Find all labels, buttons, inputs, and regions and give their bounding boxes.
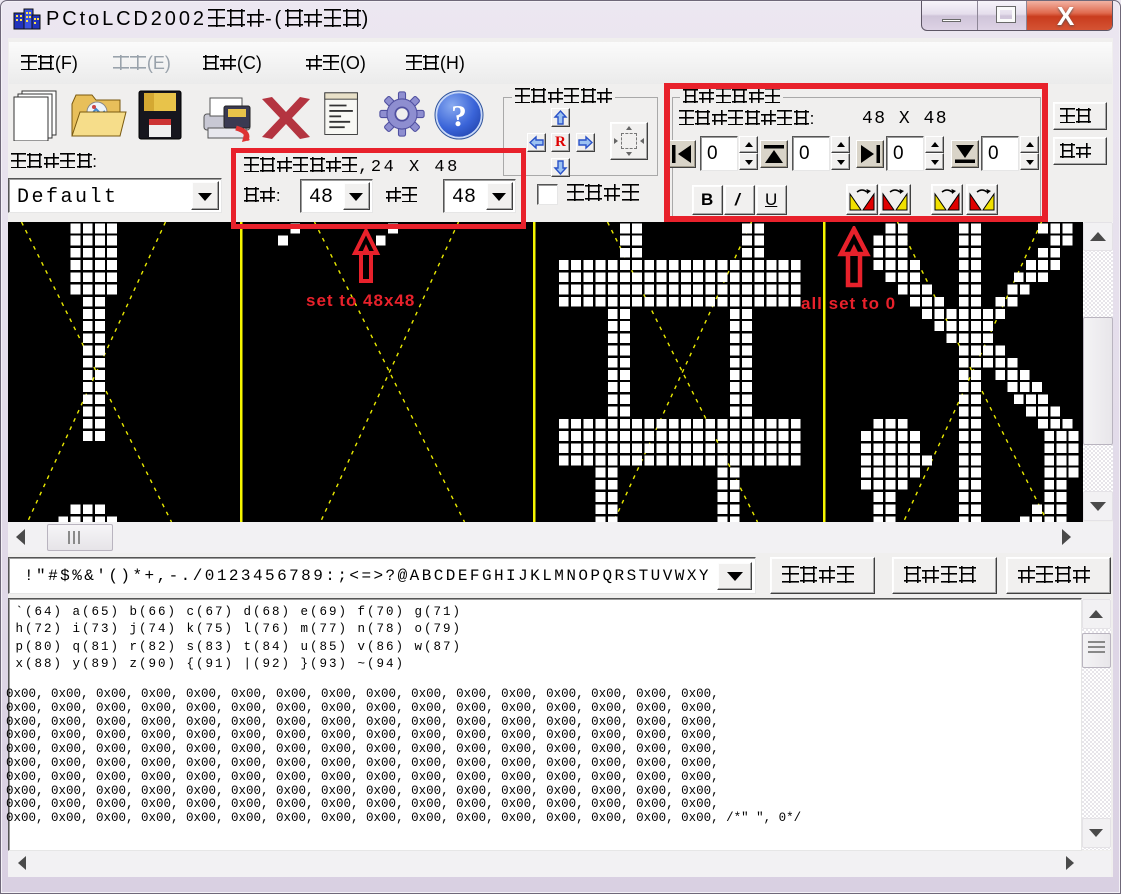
svg-text:?: ? <box>451 98 467 133</box>
